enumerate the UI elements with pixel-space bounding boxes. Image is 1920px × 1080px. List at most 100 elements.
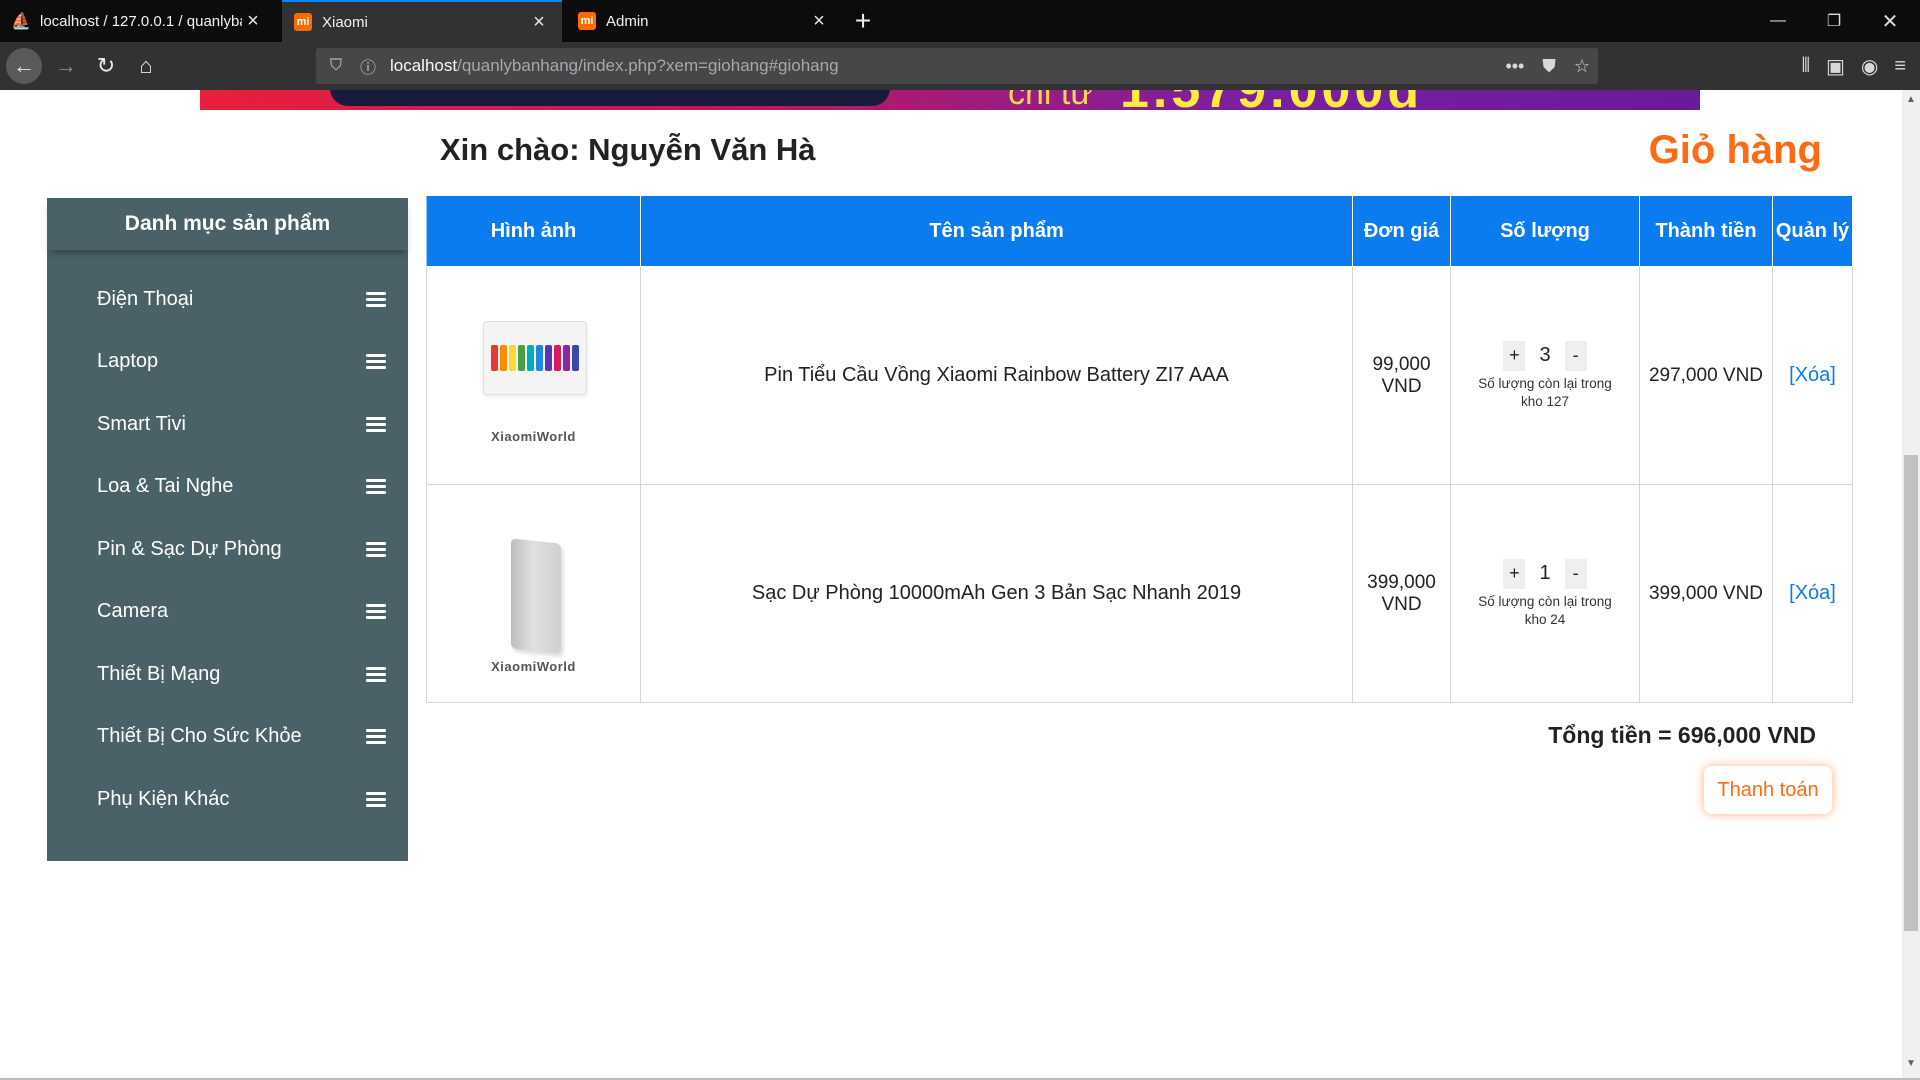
close-icon[interactable]: × [808,10,830,33]
library-icon[interactable]: ⫴ [1802,55,1810,78]
sidebar-item-thiet-bi-mang[interactable]: Thiết Bị Mạng [47,643,408,706]
table-row: XiaomiWorld Sạc Dự Phòng 10000mAh Gen 3 … [426,484,1853,703]
tab-xiaomi[interactable]: mi Xiaomi × [282,0,562,42]
sidebar-item-label: Thiết Bị Cho Sức Khỏe [97,725,302,748]
product-image[interactable]: XiaomiWorld [469,519,599,674]
brand-watermark: XiaomiWorld [491,428,576,444]
pocket-icon[interactable]: ⛊ [1542,56,1556,77]
manage-cell: [Xóa] [1772,266,1853,485]
scroll-down-icon[interactable]: ▼ [1902,1054,1920,1072]
banner-price: 1.579.000đ [1120,90,1423,110]
account-icon[interactable]: ◉ [1861,54,1878,79]
cart-table: Hình ảnh Tên sản phẩm Đơn giá Số lượng T… [426,195,1853,703]
sidebar-title: Danh mục sản phẩm [47,198,408,250]
product-image[interactable]: XiaomiWorld [469,301,599,451]
power-bank-image [510,537,561,654]
scrollbar-thumb[interactable] [1904,455,1918,931]
qty-value: 3 [1539,344,1551,367]
shield-icon[interactable]: ⛉ [324,57,348,75]
header-qty: Số lượng [1450,195,1640,267]
product-image-cell: XiaomiWorld [426,266,641,485]
brand-watermark: XiaomiWorld [491,658,576,674]
greeting-text: Xin chào: Nguyễn Văn Hà [440,132,816,167]
delete-link[interactable]: [Xóa] [1789,364,1836,386]
tab-admin[interactable]: mi Admin × [566,0,842,42]
header-name: Tên sản phẩm [640,195,1353,267]
sidebar-item-dien-thoai[interactable]: Điện Thoại [47,268,408,331]
sidebar-item-laptop[interactable]: Laptop [47,331,408,394]
cart-total: Tổng tiền = 696,000 VND [1548,722,1816,748]
reload-icon: ↻ [96,53,116,78]
quantity-stepper: + 1 - [1451,558,1639,589]
arrow-right-icon: → [55,53,77,78]
info-icon[interactable]: ⓘ [356,54,380,78]
rainbow-battery-image [482,320,587,395]
increase-qty-button[interactable]: + [1503,340,1526,371]
bookmark-star-icon[interactable]: ☆ [1574,56,1590,77]
hamburger-icon [366,416,386,432]
checkout-button[interactable]: Thanh toán [1704,766,1832,814]
sidebar-item-loa-tai-nghe[interactable]: Loa & Tai Nghe [47,456,408,519]
sidebar-item-smart-tivi[interactable]: Smart Tivi [47,393,408,456]
hamburger-icon [366,354,386,370]
more-actions-icon[interactable]: ••• [1505,56,1524,77]
close-icon[interactable]: × [528,11,550,34]
table-header-row: Hình ảnh Tên sản phẩm Đơn giá Số lượng T… [426,195,1853,267]
sidebar-item-suc-khoe[interactable]: Thiết Bị Cho Sức Khỏe [47,706,408,769]
product-name: Pin Tiểu Cầu Vồng Xiaomi Rainbow Battery… [640,266,1353,485]
manage-cell: [Xóa] [1772,484,1853,703]
sidebar-item-pin-sac[interactable]: Pin & Sạc Dự Phòng [47,518,408,581]
product-name: Sạc Dự Phòng 10000mAh Gen 3 Bản Sạc Nhan… [640,484,1353,703]
cart-title: Giỏ hàng [1648,128,1822,172]
quantity-cell: + 3 - Số lượng còn lại trong kho 127 [1450,266,1640,485]
forward-button[interactable]: → [48,48,84,84]
arrow-left-icon: ← [13,53,35,78]
new-tab-button[interactable]: + [848,0,878,42]
phpmyadmin-icon: ⛵ [11,13,31,30]
hamburger-icon [366,791,386,807]
table-row: XiaomiWorld Pin Tiểu Cầu Vồng Xiaomi Rai… [426,266,1853,485]
increase-qty-button[interactable]: + [1503,558,1526,589]
url-path: /quanlybanhang/index.php?xem=giohang#gio… [457,56,839,75]
url-bar[interactable]: ⛉ ⓘ localhost/quanlybanhang/index.php?xe… [316,48,1598,84]
home-button[interactable]: ⌂ [128,48,164,84]
hamburger-icon [366,666,386,682]
close-window-button[interactable]: ✕ [1862,0,1918,42]
restore-button[interactable]: ❐ [1806,0,1862,42]
sidebar-item-label: Camera [97,600,169,623]
hamburger-icon [366,729,386,745]
delete-link[interactable]: [Xóa] [1789,582,1836,604]
sidebar-toggle-icon[interactable]: ▣ [1826,54,1845,79]
xiaomi-logo-icon: mi [578,12,596,30]
sidebar-item-label: Thiết Bị Mạng [97,662,221,685]
subtotal: 399,000 VND [1639,484,1773,703]
sidebar-item-camera[interactable]: Camera [47,581,408,644]
menu-icon[interactable]: ≡ [1894,55,1906,78]
sidebar-item-phu-kien[interactable]: Phụ Kiện Khác [47,768,408,831]
back-button[interactable]: ← [6,48,42,84]
tab-phpmyadmin[interactable]: ⛵ localhost / 127.0.0.1 / quanlyba × [0,0,276,42]
sidebar-item-label: Laptop [97,350,159,373]
sidebar-item-label: Smart Tivi [97,412,186,435]
url-host: localhost [390,56,458,75]
header-manage: Quản lý [1772,195,1853,267]
minimize-button[interactable]: — [1750,0,1806,42]
reload-button[interactable]: ↻ [88,48,124,84]
page-scrollbar[interactable]: ▲ ▼ [1902,90,1920,1078]
decrease-qty-button[interactable]: - [1564,340,1587,371]
hamburger-icon [366,291,386,307]
sidebar-item-label: Phụ Kiện Khác [97,787,230,810]
product-image-cell: XiaomiWorld [426,484,641,703]
stock-remaining: Số lượng còn lại trong kho 24 [1478,593,1612,627]
unit-price: 399,000 VND [1352,484,1451,703]
tab-title: localhost / 127.0.0.1 / quanlyba [40,12,242,30]
close-icon[interactable]: × [242,10,264,33]
header-subtotal: Thành tiền [1639,195,1773,267]
decrease-qty-button[interactable]: - [1564,558,1587,589]
xiaomi-logo-icon: mi [294,13,312,31]
promo-banner[interactable]: chỉ từ 1.579.000đ [200,90,1700,110]
scroll-up-icon[interactable]: ▲ [1902,90,1920,108]
phone-image [330,90,890,106]
tab-title: Xiaomi [322,13,368,31]
category-list: Điện Thoại Laptop Smart Tivi Loa & Tai N… [47,250,408,831]
